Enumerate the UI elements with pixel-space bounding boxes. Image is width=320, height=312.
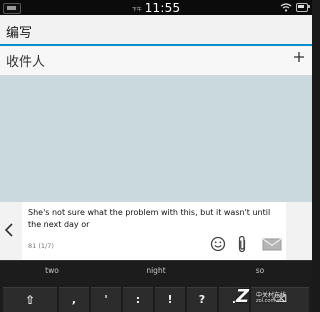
virtual-keyboard: two night so ⇧ , ' : ! ? . ⌫	[0, 260, 312, 312]
battery-icon	[296, 3, 310, 12]
title-bar: 编写	[0, 15, 312, 44]
suggestion-item[interactable]: so	[208, 261, 312, 281]
shift-key[interactable]: ⇧	[3, 287, 57, 312]
plus-icon[interactable]	[292, 50, 306, 64]
question-key[interactable]: ?	[187, 287, 217, 312]
backspace-key[interactable]: ⌫	[251, 287, 309, 312]
suggestion-bar: two night so	[0, 261, 312, 281]
apostrophe-key[interactable]: '	[91, 287, 121, 312]
status-bar: 下午 11:55	[0, 0, 312, 15]
comma-key[interactable]: ,	[59, 287, 89, 312]
emoji-icon[interactable]	[210, 236, 226, 252]
wifi-icon	[280, 3, 292, 12]
status-ampm: 下午	[131, 7, 142, 13]
status-clock: 下午 11:55	[0, 0, 312, 15]
attachment-icon[interactable]	[237, 235, 247, 253]
suggestion-item[interactable]: night	[104, 261, 208, 281]
recipient-field[interactable]: 收件人	[0, 46, 312, 76]
period-key[interactable]: .	[219, 287, 249, 312]
compose-screen: 下午 11:55 编写 收件人 She's not sure what the	[0, 0, 312, 312]
key-row: ⇧ , ' : ! ? . ⌫	[0, 287, 312, 312]
compose-panel: She's not sure what the problem with thi…	[0, 202, 312, 260]
status-time: 11:55	[144, 0, 181, 15]
suggestion-item[interactable]: two	[0, 261, 104, 281]
status-icons	[280, 2, 310, 13]
exclamation-key[interactable]: !	[155, 287, 185, 312]
message-input[interactable]: She's not sure what the problem with thi…	[28, 207, 283, 231]
colon-key[interactable]: :	[123, 287, 153, 312]
character-counter: 81 (1/7)	[28, 242, 54, 250]
recipient-label: 收件人	[6, 55, 46, 70]
send-icon[interactable]	[262, 238, 282, 251]
message-body-area[interactable]	[0, 76, 312, 202]
chevron-left-icon[interactable]	[4, 223, 14, 237]
page-title: 编写	[6, 26, 33, 41]
